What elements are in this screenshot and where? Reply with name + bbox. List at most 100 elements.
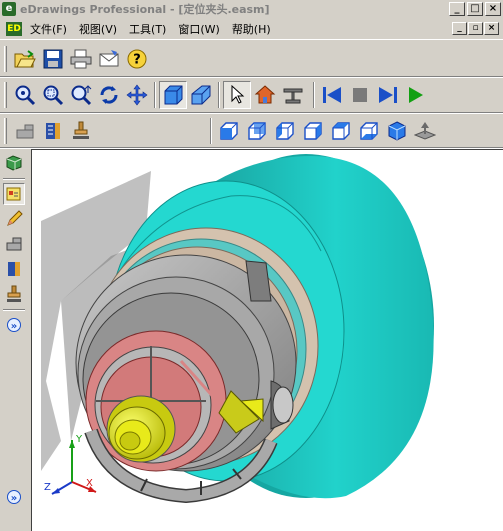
- play-icon: [409, 87, 423, 103]
- measure-tool-button[interactable]: [11, 117, 39, 145]
- minimize-button[interactable]: _: [449, 2, 465, 16]
- main-toolbar: ?: [0, 43, 151, 75]
- select-icon: [231, 85, 245, 104]
- toolbar-divider: [0, 112, 503, 114]
- document-icon[interactable]: ED: [6, 21, 22, 36]
- left-view-button[interactable]: [271, 117, 299, 145]
- view-toolbar: [0, 79, 430, 111]
- svg-text:?: ?: [133, 53, 141, 68]
- maximize-button[interactable]: □: [467, 2, 483, 16]
- open-button[interactable]: [11, 45, 39, 73]
- ground-plane-button[interactable]: [411, 117, 439, 145]
- y-axis-label: Y: [75, 434, 83, 445]
- sidebar-separator: [3, 309, 25, 311]
- rotate-icon: [100, 86, 118, 104]
- close-button[interactable]: ×: [485, 2, 501, 16]
- measure-sidebar-button[interactable]: [3, 233, 25, 255]
- print-button[interactable]: [67, 45, 95, 73]
- email-button[interactable]: [95, 45, 123, 73]
- window-title: eDrawings Professional - [定位夹头.easm]: [20, 3, 270, 16]
- menu-window[interactable]: 窗口(W): [178, 21, 219, 37]
- z-axis-label: Z: [44, 482, 51, 493]
- chuck-assembly-model: [41, 154, 434, 504]
- back-view-icon: [248, 122, 266, 140]
- expand-bottom-button[interactable]: »: [3, 486, 25, 508]
- cross-section-icon: [8, 262, 20, 276]
- toolbar-separator: [218, 82, 220, 108]
- menu-bar: ED 文件(F) 视图(V) 工具(T) 窗口(W) 帮助(H): [0, 18, 503, 40]
- perspective-icon: [191, 85, 211, 105]
- stamp-tool-button[interactable]: [67, 117, 95, 145]
- title-bar[interactable]: e eDrawings Professional - [定位夹头.easm] _…: [0, 0, 503, 18]
- right-view-icon: [304, 122, 322, 140]
- section-tool-icon: [46, 123, 60, 139]
- perspective-button[interactable]: [187, 81, 215, 109]
- toolbar-grip[interactable]: [4, 118, 7, 144]
- stamp-sidebar-button[interactable]: [3, 283, 25, 305]
- pan-button[interactable]: [123, 81, 151, 109]
- zoom-in-out-icon: [71, 85, 92, 106]
- stamp-icon: [73, 121, 89, 139]
- home-icon: [254, 85, 276, 104]
- svg-text:»: »: [11, 493, 17, 504]
- top-view-button[interactable]: [327, 117, 355, 145]
- animation-play-button[interactable]: [402, 81, 430, 109]
- save-button[interactable]: [39, 45, 67, 73]
- pencil-icon: [7, 210, 23, 226]
- svg-text:»: »: [11, 321, 17, 332]
- section-tool-button[interactable]: [39, 117, 67, 145]
- animation-first-button[interactable]: [318, 81, 346, 109]
- menu-file[interactable]: 文件(F): [30, 21, 67, 37]
- cross-section-button[interactable]: [3, 258, 25, 280]
- help-button[interactable]: ?: [123, 45, 151, 73]
- model-viewport[interactable]: Y Z X: [31, 149, 503, 531]
- pencil-button[interactable]: [3, 208, 25, 230]
- doc-restore-button[interactable]: ▫: [468, 22, 483, 35]
- zoom-area-icon: [43, 85, 64, 106]
- zoom-area-button[interactable]: [39, 81, 67, 109]
- zoom-to-fit-button[interactable]: [11, 81, 39, 109]
- rotate-button[interactable]: [95, 81, 123, 109]
- isometric-view-button[interactable]: [383, 117, 411, 145]
- pan-icon: [126, 84, 148, 106]
- doc-close-button[interactable]: ×: [484, 22, 499, 35]
- expand-icon: »: [7, 490, 21, 504]
- zoom-in-out-button[interactable]: [67, 81, 95, 109]
- toolbar-grip[interactable]: [4, 82, 7, 108]
- expand-icon: »: [7, 318, 21, 332]
- sidebar-separator: [3, 178, 25, 180]
- section-view-button[interactable]: [279, 81, 307, 109]
- doc-minimize-button[interactable]: _: [452, 22, 467, 35]
- toolbar-separator: [210, 118, 212, 144]
- zoom-fit-icon: [15, 85, 36, 106]
- first-icon: [323, 87, 341, 103]
- front-view-icon: [220, 122, 238, 140]
- stop-icon: [353, 88, 367, 102]
- email-icon: [99, 50, 119, 67]
- toolbar-separator: [154, 82, 156, 108]
- markup-button[interactable]: [3, 183, 25, 205]
- front-view-button[interactable]: [215, 117, 243, 145]
- app-icon: e: [2, 2, 16, 16]
- x-axis-label: X: [86, 478, 93, 489]
- menu-help[interactable]: 帮助(H): [232, 21, 271, 37]
- measure-icon: [16, 124, 34, 139]
- expand-top-button[interactable]: »: [3, 314, 25, 336]
- menu-tools[interactable]: 工具(T): [129, 21, 166, 37]
- shaded-icon: [164, 85, 183, 105]
- stamp-icon: [7, 285, 21, 302]
- isometric-view-icon: [388, 121, 406, 141]
- animation-next-button[interactable]: [374, 81, 402, 109]
- markup-icon: [6, 187, 21, 201]
- shaded-button[interactable]: [159, 81, 187, 109]
- back-view-button[interactable]: [243, 117, 271, 145]
- right-view-button[interactable]: [299, 117, 327, 145]
- bottom-view-icon: [360, 122, 378, 140]
- menu-view[interactable]: 视图(V): [79, 21, 117, 37]
- home-button[interactable]: [251, 81, 279, 109]
- toolbar-grip[interactable]: [4, 46, 7, 72]
- bottom-view-button[interactable]: [355, 117, 383, 145]
- animation-stop-button[interactable]: [346, 81, 374, 109]
- components-button[interactable]: [3, 152, 25, 174]
- select-button[interactable]: [223, 81, 251, 109]
